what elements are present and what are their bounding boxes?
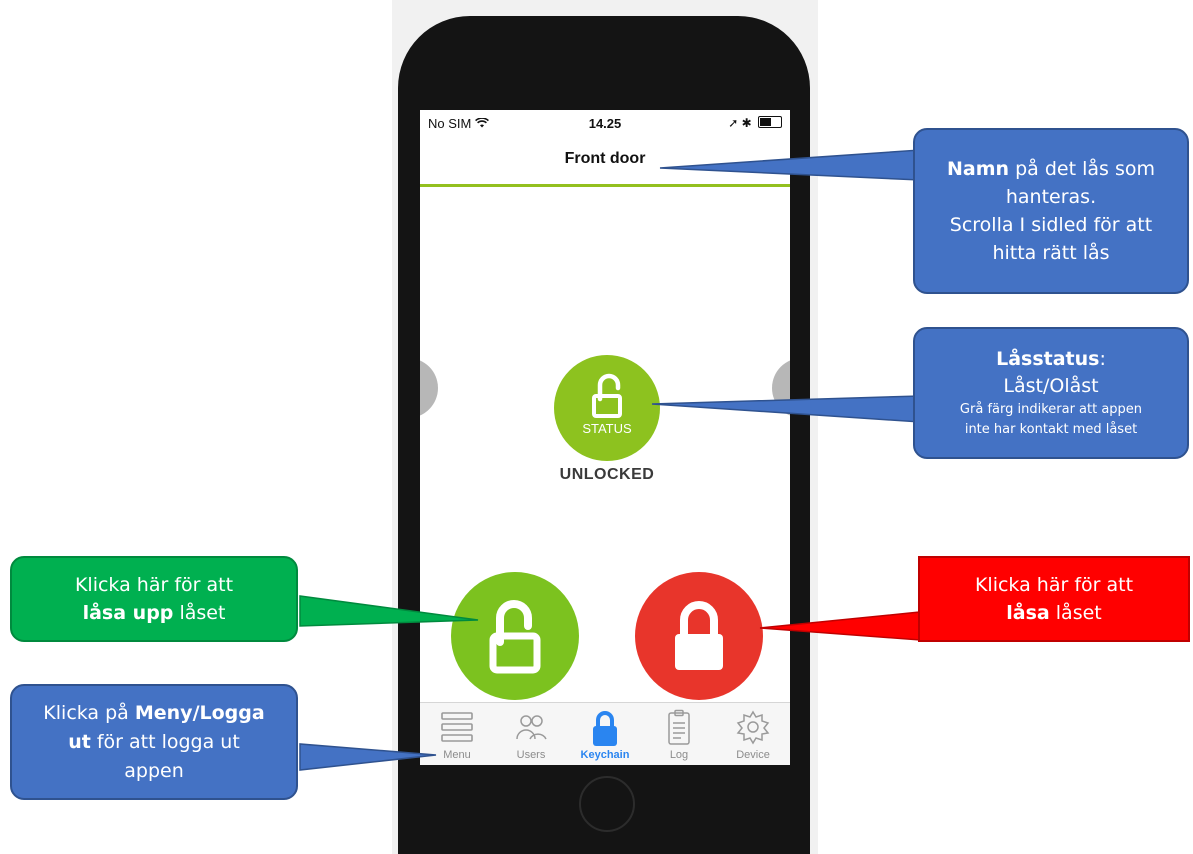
callout-lock-status-line2: Låst/Olåst xyxy=(1003,375,1099,397)
callout-lock-name-line4: hitta rätt lås xyxy=(992,242,1110,264)
callout-lock-status: Låsstatus: Låst/Olåst Grå färg indikerar… xyxy=(913,327,1189,459)
callout-menu-bold1: Meny/Logga xyxy=(134,701,265,724)
callout-menu-line3: appen xyxy=(124,759,184,782)
callout-lock-name-line1: Namn på det lås som xyxy=(915,155,1187,183)
callout-lock-line1: Klicka här för att xyxy=(974,574,1134,596)
callout-unlock: Klicka här för att låsa upp låset xyxy=(10,556,298,642)
callout-unlock-line1: Klicka här för att xyxy=(74,574,234,596)
callout-lock-status-line1: Låsstatus: xyxy=(915,346,1187,373)
callout-menu-line1: Klicka på Meny/Logga xyxy=(12,699,296,728)
callout-menu-line1-pre: Klicka på xyxy=(43,701,135,724)
callout-unlock-bold: låsa upp xyxy=(82,602,174,624)
callout-unlock-line2: låsa upp låset xyxy=(12,599,296,627)
callout-lock-name-line1-rest: på det lås som xyxy=(1009,158,1155,180)
callout-lock-status-line4: inte har kontakt med låset xyxy=(964,422,1138,437)
callout-lock-name-line3: Scrolla I sidled för att xyxy=(949,214,1153,236)
callout-unlock-line2-rest: låset xyxy=(173,602,226,624)
callout-menu-line2-rest: för att logga ut xyxy=(90,730,240,753)
callout-lock-line2-rest: låset xyxy=(1049,602,1102,624)
callout-lock-status-bold: Låsstatus xyxy=(996,348,1100,370)
callout-menu-bold2: ut xyxy=(68,730,91,753)
callout-lock-name-line2: hanteras. xyxy=(1005,186,1097,208)
callout-lock-bold: låsa xyxy=(1006,602,1050,624)
callout-menu-line2: ut för att logga ut xyxy=(12,728,296,757)
callout-lock: Klicka här för att låsa låset xyxy=(918,556,1190,642)
callout-lock-name: Namn på det lås som hanteras. Scrolla I … xyxy=(913,128,1189,294)
callout-menu-logout: Klicka på Meny/Logga ut för att logga ut… xyxy=(10,684,298,800)
callout-lock-name-bold: Namn xyxy=(947,158,1010,180)
callout-lock-line2: låsa låset xyxy=(920,599,1188,627)
callout-lock-status-line3: Grå färg indikerar att appen xyxy=(959,402,1143,417)
callout-lock-status-line1-rest: : xyxy=(1099,348,1106,370)
